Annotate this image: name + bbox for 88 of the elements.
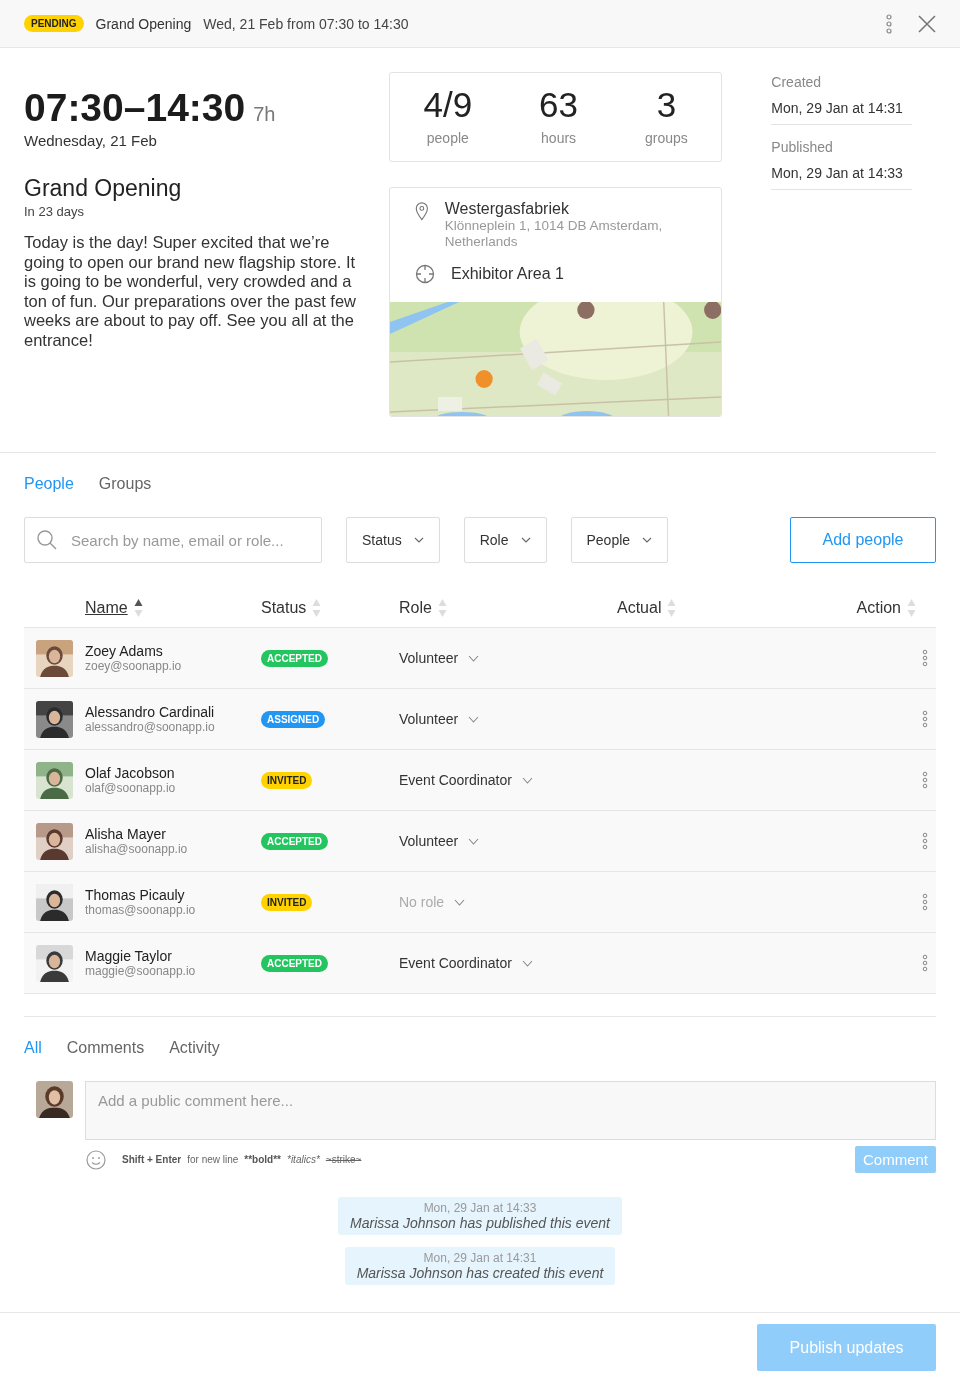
search-icon	[37, 530, 57, 550]
emoji-icon[interactable]	[86, 1149, 106, 1170]
stat-value: 4/9	[423, 85, 473, 125]
role-dropdown[interactable]: Event Coordinator	[399, 772, 533, 788]
history-date: Mon, 29 Jan at 14:31	[771, 100, 904, 116]
person-name: Alisha Mayer	[85, 826, 167, 842]
more-icon[interactable]	[922, 771, 928, 789]
history-label: Published	[771, 139, 834, 155]
formatting-hint: Shift + Enter	[122, 1154, 182, 1165]
location-pin-icon	[415, 200, 429, 222]
person-name: Olaf Jacobson	[85, 765, 176, 781]
status-badge: ACCEPTED	[261, 649, 328, 667]
role-dropdown[interactable]: Volunteer	[399, 711, 480, 727]
activity-time: Mon, 29 Jan at 14:33	[423, 1201, 537, 1215]
event-time: 07:30–14:30	[24, 86, 246, 130]
person-name: Thomas Picauly	[85, 887, 186, 903]
more-icon[interactable]	[922, 832, 928, 850]
event-date: Wednesday, 21 Feb	[24, 132, 158, 149]
person-email: zoey@soonapp.io	[85, 659, 182, 673]
status-badge: ASSIGNED	[261, 710, 326, 728]
more-icon[interactable]	[922, 710, 928, 728]
person-name: Alessandro Cardinali	[85, 704, 215, 720]
more-icon[interactable]	[922, 649, 928, 667]
column-header[interactable]: Actual	[617, 599, 662, 617]
person-email: thomas@soonapp.io	[85, 903, 196, 917]
crosshair-icon	[415, 264, 435, 284]
stat-label: people	[426, 130, 469, 146]
more-icon[interactable]	[922, 954, 928, 972]
column-header[interactable]: Name	[85, 599, 128, 617]
venue-address: Klönneplein 1, 1014 DB Amsterdam, Netherlands	[444, 218, 664, 250]
history-label: Created	[771, 74, 823, 90]
venue-name: Westergasfabriek	[444, 200, 570, 218]
stat-value: 63	[539, 85, 579, 125]
tab[interactable]: Groups	[98, 475, 152, 493]
event-description: Today is the day! Super excited that we’re going to open our brand new flagship store. It is going to be wonderful, very crowded and a ton of fun. Our preparations over the past few weeks are about to pay off. See you all at the entrance!	[24, 233, 358, 350]
duration: 7h	[253, 103, 276, 126]
status-badge: PENDING	[24, 15, 84, 32]
sort-icon[interactable]	[133, 598, 143, 618]
search-field[interactable]: Search by name, email or role...	[24, 517, 322, 563]
person-email: alessandro@soonapp.io	[85, 720, 215, 734]
formatting-hint: for new line	[187, 1154, 239, 1165]
more-icon[interactable]	[922, 893, 928, 911]
caret-icon	[413, 537, 424, 543]
column-header[interactable]: Status	[261, 599, 307, 617]
filter-dropdown[interactable]: People	[570, 517, 669, 563]
role-dropdown[interactable]: Volunteer	[399, 833, 480, 849]
activity-text: Marissa Johnson has created this event	[356, 1265, 604, 1281]
tab[interactable]: Activity	[169, 1039, 220, 1057]
person-name: Maggie Taylor	[85, 948, 173, 964]
caret-icon	[521, 776, 533, 784]
caret-icon	[468, 654, 480, 662]
stat-label: hours	[541, 130, 577, 146]
more-icon[interactable]	[886, 13, 892, 34]
formatting-hint: **bold**	[244, 1154, 281, 1165]
status-badge: INVITED	[261, 893, 313, 911]
activity-time: Mon, 29 Jan at 14:31	[423, 1251, 537, 1265]
stat-label: groups	[645, 130, 688, 146]
caret-icon	[454, 898, 466, 906]
caret-icon	[468, 837, 480, 845]
event-title: Grand Opening	[24, 175, 183, 202]
filter-dropdown[interactable]: Role	[463, 517, 547, 563]
role-dropdown[interactable]: Volunteer	[399, 650, 480, 666]
role-dropdown[interactable]: Event Coordinator	[399, 955, 533, 971]
event-title: Grand Opening	[95, 15, 192, 32]
stat-value: 3	[656, 85, 677, 125]
status-badge: INVITED	[261, 771, 313, 789]
status-badge: ACCEPTED	[261, 954, 328, 972]
caret-icon	[468, 715, 480, 723]
caret-icon	[642, 537, 653, 543]
person-name: Zoey Adams	[85, 643, 164, 659]
status-badge: ACCEPTED	[261, 832, 328, 850]
filter-dropdown[interactable]: Status	[346, 517, 440, 563]
formatting-hint: *italics*	[287, 1154, 320, 1165]
column-header[interactable]: Role	[399, 599, 432, 617]
countdown: In 23 days	[24, 204, 85, 219]
formatting-hint: ~strike~	[325, 1154, 362, 1165]
person-email: maggie@soonapp.io	[85, 964, 196, 978]
person-email: alisha@soonapp.io	[85, 842, 188, 856]
tab[interactable]: Comments	[66, 1039, 145, 1057]
event-date: Wed, 21 Feb from 07:30 to 14:30	[203, 15, 409, 32]
area-name: Exhibitor Area 1	[451, 265, 564, 283]
caret-icon	[521, 959, 533, 967]
caret-icon	[520, 537, 531, 543]
close-icon[interactable]	[918, 14, 936, 33]
person-email: olaf@soonapp.io	[85, 781, 176, 795]
history-date: Mon, 29 Jan at 14:33	[771, 165, 904, 181]
activity-text: Marissa Johnson has published this event	[350, 1215, 610, 1231]
column-header[interactable]: Action	[856, 599, 901, 617]
